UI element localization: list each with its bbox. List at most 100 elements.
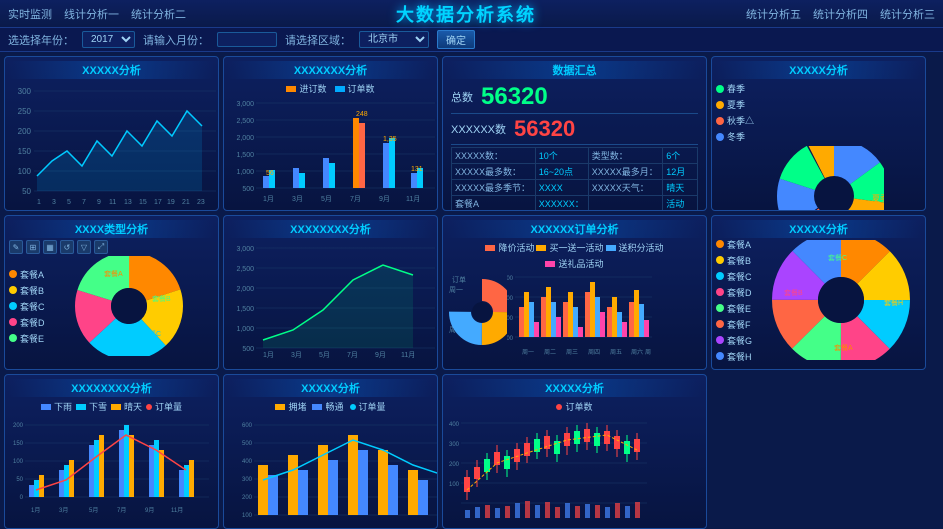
region-label: 请选择区域： <box>285 32 351 48</box>
icon-edit[interactable]: ✎ <box>9 240 23 254</box>
svg-text:0: 0 <box>20 495 24 501</box>
svg-text:9月: 9月 <box>375 351 386 359</box>
nav-line1[interactable]: 线计分析一 <box>64 6 119 22</box>
svg-text:5月: 5月 <box>321 195 332 203</box>
svg-text:7月: 7月 <box>350 195 361 203</box>
svg-text:周三: 周三 <box>566 349 578 356</box>
svg-text:200: 200 <box>18 127 32 136</box>
svg-text:3月: 3月 <box>292 195 303 203</box>
svg-text:2,500: 2,500 <box>236 118 254 125</box>
icon-bar[interactable]: ▦ <box>43 240 57 254</box>
svg-text:100: 100 <box>449 482 460 488</box>
svg-text:300: 300 <box>18 87 32 96</box>
svg-text:500: 500 <box>242 186 254 193</box>
svg-text:3,000: 3,000 <box>236 101 254 108</box>
panel-channel: XXXXX分析 拥堵 畅通 订单量 600 500 400 300 200 10… <box>223 374 438 529</box>
bar-order-week: 2,000 1,500 1,000 500 <box>507 272 652 362</box>
app-title: 大数据分析系统 <box>396 1 536 27</box>
svg-text:套餐C: 套餐C <box>828 253 847 262</box>
svg-text:5月: 5月 <box>89 507 98 514</box>
svg-text:600: 600 <box>242 423 253 429</box>
panel-data-summary: 数据汇总 总数 56320 XXXXXX数 56320 XXXXX数：10个类型… <box>442 56 707 211</box>
svg-text:9月: 9月 <box>379 195 390 203</box>
panel-order-analysis: XXXXXX订单分析 降价活动 买一送一活动 送积分活动 送礼品活动 订单 周一… <box>442 215 707 370</box>
icon-refresh[interactable]: ↺ <box>60 240 74 254</box>
svg-text:1,35: 1,35 <box>383 136 397 143</box>
panel-weather: XXXXXXXX分析 下雨 下雪 晴天 订单量 200 150 100 50 0… <box>4 374 219 529</box>
svg-text:500: 500 <box>242 441 253 447</box>
svg-text:11月: 11月 <box>401 351 415 359</box>
svg-text:300: 300 <box>449 442 460 448</box>
icon-filter[interactable]: ▽ <box>77 240 91 254</box>
svg-text:夏季: 夏季 <box>872 193 884 203</box>
nav-left[interactable]: 实时监测 线计分析一 统计分析二 <box>8 6 186 22</box>
svg-text:1,000: 1,000 <box>236 169 254 176</box>
svg-text:11月: 11月 <box>406 195 420 203</box>
panel5-toolbar: ✎ ⊞ ▦ ↺ ▽ ⤢ <box>9 240 214 254</box>
svg-text:21: 21 <box>182 199 190 206</box>
svg-text:1,500: 1,500 <box>507 296 514 302</box>
svg-text:400: 400 <box>242 459 253 465</box>
svg-text:周日: 周日 <box>645 349 652 356</box>
weather-bar-chart: 200 150 100 50 0 25°C 20°C 15°C 10°C 5°C <box>9 415 216 520</box>
svg-text:2,000: 2,000 <box>236 286 254 293</box>
line-chart-1: 300 250 200 150 100 50 1 3 5 7 9 11 13 1… <box>9 81 216 206</box>
svg-text:50: 50 <box>22 187 31 196</box>
confirm-button[interactable]: 确定 <box>437 30 475 49</box>
svg-text:150: 150 <box>18 147 32 156</box>
month-input[interactable] <box>217 32 277 47</box>
panel-large-pie-title: XXXXX分析 <box>716 220 921 238</box>
candlestick-chart: 400 300 200 100 <box>447 415 654 525</box>
nav-stat4[interactable]: 统计分析四 <box>813 6 868 22</box>
svg-text:250: 250 <box>18 107 32 116</box>
svg-text:9: 9 <box>97 199 101 206</box>
panel-channel-title: XXXXX分析 <box>228 379 433 397</box>
svg-text:套餐B: 套餐B <box>784 288 803 297</box>
panel-line2-title: XXXXXXXX分析 <box>228 220 433 238</box>
svg-text:300: 300 <box>242 477 253 483</box>
year-label: 选选择年份： <box>8 32 74 48</box>
svg-text:7: 7 <box>82 199 86 206</box>
year-select[interactable]: 201720182016 <box>82 31 135 48</box>
icon-expand[interactable]: ⤢ <box>94 240 108 254</box>
sub-value: 56320 <box>514 116 575 142</box>
svg-text:1月: 1月 <box>263 195 274 203</box>
svg-text:9月: 9月 <box>145 507 154 514</box>
nav-realtime[interactable]: 实时监测 <box>8 6 52 22</box>
svg-text:3月: 3月 <box>291 351 302 359</box>
bar-chart-1: 3,000 2,500 2,000 1,500 1,000 500 <box>228 98 435 206</box>
nav-stat5[interactable]: 统计分析五 <box>746 6 801 22</box>
region-select[interactable]: 北京市上海市 <box>359 31 429 48</box>
svg-text:400: 400 <box>449 422 460 428</box>
panel-line2: XXXXXXXX分析 3,000 2,500 2,000 1,500 1,000… <box>223 215 438 370</box>
svg-text:3: 3 <box>52 199 56 206</box>
svg-text:套餐B: 套餐B <box>152 294 171 303</box>
main-grid: XXXXX分析 300 250 200 150 100 50 1 3 5 7 9… <box>0 52 943 500</box>
panel-weather-title: XXXXXXXX分析 <box>9 379 214 397</box>
svg-text:11: 11 <box>109 199 116 206</box>
svg-text:100: 100 <box>18 167 32 176</box>
panel-large-pie: XXXXX分析 套餐A 套餐B 套餐C 套餐D 套餐E 套餐F 套餐G 套餐H <box>711 215 926 370</box>
svg-text:套餐C: 套餐C <box>142 329 161 338</box>
icon-table[interactable]: ⊞ <box>26 240 40 254</box>
panel-candlestick: XXXXX分析 订单数 400 300 200 100 <box>442 374 707 529</box>
svg-text:周四: 周四 <box>588 349 600 356</box>
svg-text:500: 500 <box>507 336 514 342</box>
panel-line1-title: XXXXX分析 <box>9 61 214 79</box>
panel-candle-title: XXXXX分析 <box>447 379 702 397</box>
svg-text:13: 13 <box>124 199 132 206</box>
svg-text:7月: 7月 <box>117 507 126 514</box>
svg-text:15: 15 <box>139 199 147 206</box>
svg-text:50: 50 <box>16 477 23 483</box>
svg-text:1,500: 1,500 <box>236 152 254 159</box>
svg-text:200: 200 <box>242 495 253 501</box>
svg-text:5: 5 <box>67 199 71 206</box>
svg-text:23: 23 <box>197 199 205 206</box>
svg-text:19: 19 <box>167 199 175 206</box>
nav-stat3[interactable]: 统计分析三 <box>880 6 935 22</box>
svg-text:5月: 5月 <box>319 351 330 359</box>
nav-stat2[interactable]: 统计分析二 <box>131 6 186 22</box>
header: 实时监测 线计分析一 统计分析二 大数据分析系统 统计分析五 统计分析四 统计分… <box>0 0 943 28</box>
nav-right[interactable]: 统计分析五 统计分析四 统计分析三 <box>746 6 935 22</box>
svg-text:200: 200 <box>13 423 24 429</box>
